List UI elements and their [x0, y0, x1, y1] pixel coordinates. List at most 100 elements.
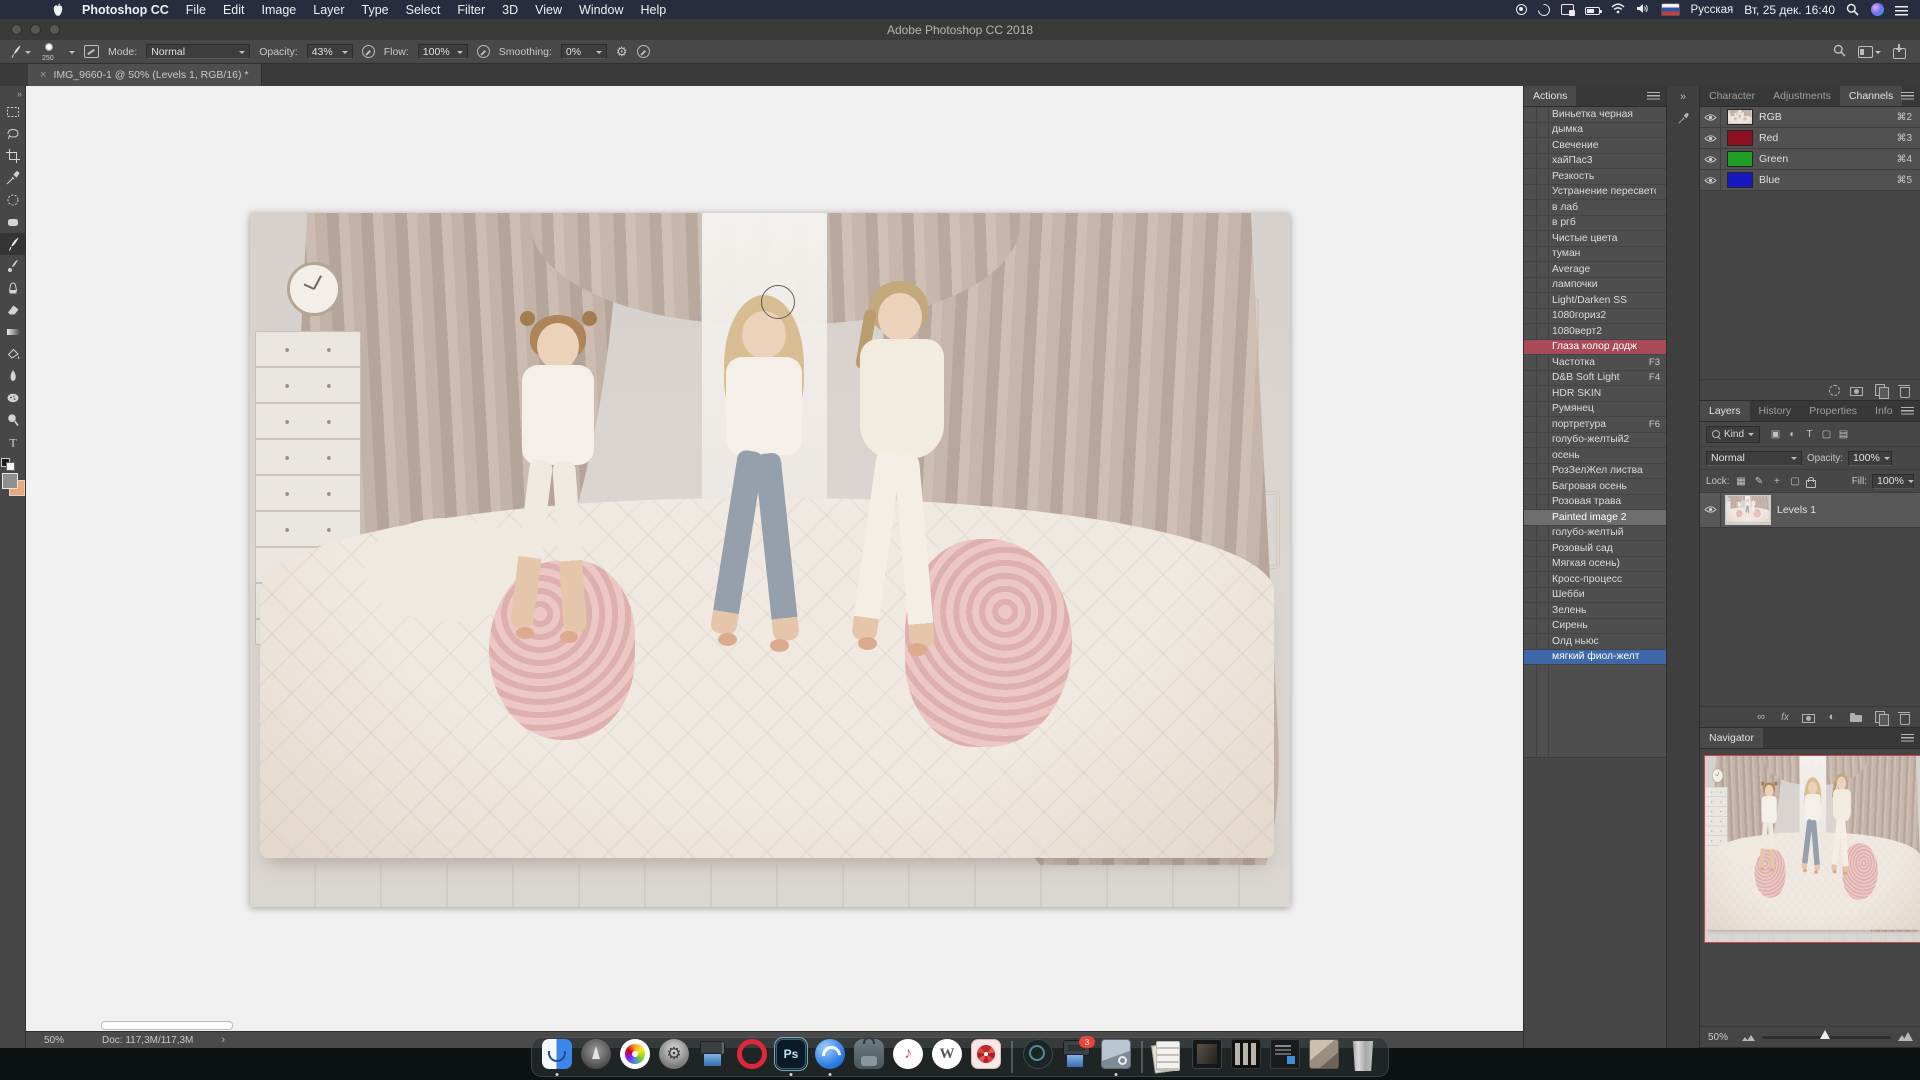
action-item[interactable]: Зелень: [1524, 603, 1666, 619]
document-tab[interactable]: × IMG_9660-1 @ 50% (Levels 1, RGB/16) *: [28, 64, 262, 86]
creative-cloud-icon[interactable]: [1535, 1, 1552, 18]
eraser-tool[interactable]: [0, 299, 26, 321]
action-item[interactable]: Глаза колор додж: [1524, 340, 1666, 356]
horizontal-scrollbar[interactable]: [101, 1021, 233, 1030]
smart-object-filter-icon[interactable]: ▤: [1837, 429, 1850, 440]
dock-photoshop[interactable]: Ps: [775, 1039, 807, 1075]
panel-menu-icon[interactable]: [1901, 92, 1914, 101]
dodge-tool[interactable]: [0, 409, 26, 431]
action-item[interactable]: HDR SKIN: [1524, 386, 1666, 402]
action-item[interactable]: голубо-желтый2: [1524, 433, 1666, 449]
lock-all-icon[interactable]: [1806, 480, 1816, 488]
brush-tool[interactable]: [0, 233, 26, 255]
delete-layer-icon[interactable]: [1897, 710, 1911, 724]
close-tab-icon[interactable]: ×: [40, 69, 46, 81]
menu-edit[interactable]: Edit: [223, 3, 245, 17]
menu-select[interactable]: Select: [406, 3, 441, 17]
photo-document[interactable]: [250, 213, 1290, 907]
type-layer-filter-icon[interactable]: T: [1803, 429, 1816, 440]
dock-shutter[interactable]: [970, 1039, 1002, 1075]
menu-filter[interactable]: Filter: [457, 3, 485, 17]
dock-lens[interactable]: [1022, 1039, 1054, 1075]
smoothing-options-gear-icon[interactable]: ⚙: [616, 45, 628, 58]
adjustment-layer-icon[interactable]: [1825, 710, 1839, 724]
dock-launchpad[interactable]: [580, 1039, 612, 1075]
status-options-chevron-icon[interactable]: ›: [221, 1034, 225, 1046]
load-selection-icon[interactable]: [1829, 385, 1840, 396]
photo-document[interactable]: [1728, 110, 1752, 124]
collapse-panels-icon[interactable]: »: [1680, 91, 1686, 103]
menu-view[interactable]: View: [535, 3, 562, 17]
menu-window[interactable]: Window: [579, 3, 623, 17]
gradient-tool[interactable]: [0, 321, 26, 343]
minimize-window-button[interactable]: [30, 24, 41, 35]
wifi-icon[interactable]: [1611, 3, 1625, 17]
layer-filter-kind-select[interactable]: Kind: [1706, 426, 1760, 443]
action-item[interactable]: в ргб: [1524, 216, 1666, 232]
action-item[interactable]: лампочки: [1524, 278, 1666, 294]
new-channel-icon[interactable]: [1873, 383, 1887, 397]
layer-group-icon[interactable]: [1849, 710, 1863, 724]
layer-opacity-field[interactable]: 100%: [1848, 451, 1892, 466]
siri-icon[interactable]: [1871, 3, 1884, 16]
spotlight-search-icon[interactable]: [1846, 3, 1860, 17]
shape-layer-filter-icon[interactable]: ▢: [1820, 429, 1833, 440]
photo-document[interactable]: [1726, 496, 1770, 524]
action-item[interactable]: мягкий фиол-желт: [1524, 650, 1666, 666]
channel-row[interactable]: RGB⌘2: [1700, 107, 1920, 128]
marquee-tool[interactable]: [0, 101, 26, 123]
channel-visibility-icon[interactable]: [1700, 170, 1721, 190]
action-item[interactable]: Устранение пересветов: [1524, 185, 1666, 201]
adjustment-layer-filter-icon[interactable]: ◐: [1786, 429, 1799, 440]
panel-menu-icon[interactable]: [1901, 407, 1914, 416]
navigator-zoom-value[interactable]: 50%: [1708, 1032, 1734, 1043]
toggle-brush-panel-icon[interactable]: [84, 45, 99, 58]
save-selection-icon[interactable]: [1850, 387, 1863, 396]
clone-stamp-tool[interactable]: [0, 277, 26, 299]
navigator-thumbnail[interactable]: [1704, 755, 1920, 943]
swap-colors-icon[interactable]: [6, 462, 15, 471]
dock-photos[interactable]: [619, 1039, 651, 1075]
dock-backpack[interactable]: [853, 1039, 885, 1075]
action-item[interactable]: Шебби: [1524, 588, 1666, 604]
foreground-color-swatch[interactable]: [2, 473, 18, 489]
action-item[interactable]: Виньетка черная: [1524, 107, 1666, 123]
smoothing-dropdown[interactable]: 0%: [561, 44, 607, 59]
pixel-layer-filter-icon[interactable]: ▣: [1769, 429, 1782, 440]
action-item[interactable]: Розовая трава: [1524, 495, 1666, 511]
menu-help[interactable]: Help: [641, 3, 667, 17]
action-item[interactable]: Чистые цвета: [1524, 231, 1666, 247]
tab-navigator[interactable]: Navigator: [1700, 728, 1763, 748]
notification-center-icon[interactable]: [1895, 6, 1908, 16]
dock-system-preferences[interactable]: [658, 1039, 690, 1075]
crop-tool[interactable]: [0, 145, 26, 167]
flow-dropdown[interactable]: 100%: [418, 44, 468, 59]
action-item[interactable]: хайПас3: [1524, 154, 1666, 170]
zoom-level-value[interactable]: 50%: [44, 1035, 64, 1046]
zoom-window-button[interactable]: [49, 24, 60, 35]
dock-finder[interactable]: [541, 1039, 573, 1075]
opacity-dropdown[interactable]: 43%: [307, 44, 353, 59]
action-item[interactable]: 1080гориз2: [1524, 309, 1666, 325]
layer-visibility-icon[interactable]: [1700, 493, 1721, 527]
menu-file[interactable]: File: [186, 3, 206, 17]
menu-photoshop-cc[interactable]: Photoshop CC: [82, 3, 169, 17]
navigator-view-box[interactable]: [1704, 755, 1920, 943]
workspace-switcher[interactable]: [1858, 46, 1881, 58]
tab-actions[interactable]: Actions: [1524, 86, 1576, 106]
action-item[interactable]: РозЗелЖел листва: [1524, 464, 1666, 480]
color-swatches[interactable]: [1, 458, 25, 498]
layer-name[interactable]: Levels 1: [1777, 504, 1816, 516]
tab-history[interactable]: History: [1750, 401, 1801, 421]
share-icon[interactable]: [1893, 48, 1906, 59]
dock-camera-capture[interactable]: 3: [1061, 1039, 1093, 1075]
layer-mask-icon[interactable]: [1802, 714, 1815, 723]
airbrush-icon[interactable]: [477, 45, 490, 58]
canvas-area[interactable]: 50% Doc: 117,3M/117,3M ›: [26, 86, 1523, 1048]
zoom-in-icon[interactable]: [1898, 1030, 1912, 1044]
eyedropper-panel-icon[interactable]: [1677, 112, 1690, 130]
tab-info[interactable]: Info: [1866, 401, 1902, 421]
lock-transparency-icon[interactable]: ▦: [1734, 476, 1747, 487]
paint-bucket-tool[interactable]: [0, 343, 26, 365]
sponge-tool[interactable]: [0, 387, 26, 409]
